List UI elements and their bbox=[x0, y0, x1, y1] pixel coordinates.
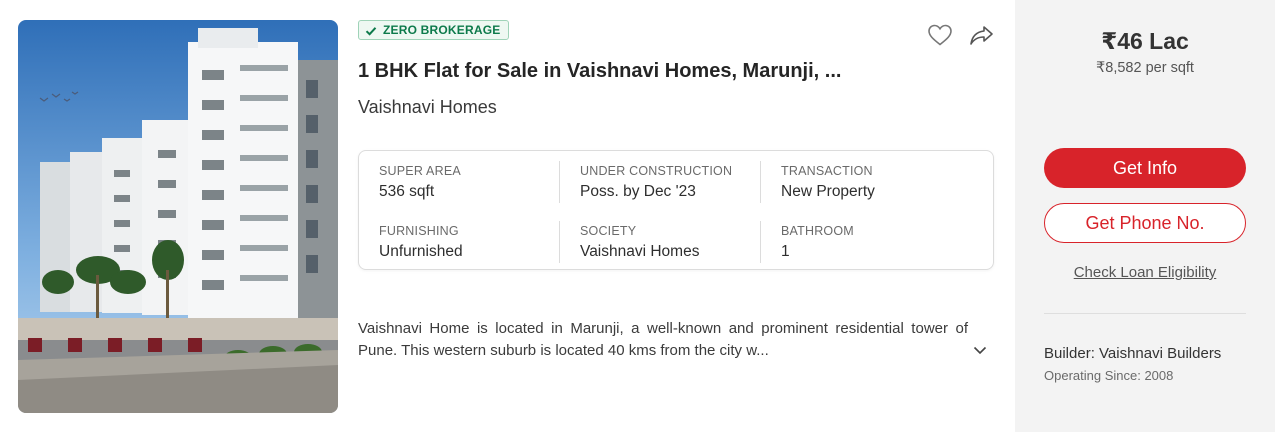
check-icon bbox=[365, 24, 377, 36]
summary-bathroom: BATHROOM 1 bbox=[781, 224, 961, 261]
summary-furnishing: FURNISHING Unfurnished bbox=[379, 224, 559, 261]
summary-value: New Property bbox=[781, 183, 875, 200]
price-per-sqft: ₹8,582 per sqft bbox=[1096, 60, 1194, 76]
summary-label: TRANSACTION bbox=[781, 164, 873, 178]
summary-super-area: SUPER AREA 536 sqft bbox=[379, 164, 559, 201]
summary-label: UNDER CONSTRUCTION bbox=[580, 164, 733, 178]
summary-divider bbox=[760, 221, 761, 263]
summary-divider bbox=[559, 221, 560, 263]
summary-value: Poss. by Dec '23 bbox=[580, 183, 696, 200]
listing-description: Vaishnavi Home is located in Marunji, a … bbox=[358, 320, 968, 359]
get-info-button[interactable]: Get Info bbox=[1044, 148, 1246, 188]
summary-label: SUPER AREA bbox=[379, 164, 461, 178]
society-name[interactable]: Vaishnavi Homes bbox=[358, 97, 497, 118]
property-listing-card: ZERO BROKERAGE 1 BHK Flat for Sale in Va… bbox=[0, 0, 1275, 432]
summary-transaction: TRANSACTION New Property bbox=[781, 164, 961, 201]
listing-actions bbox=[926, 22, 996, 48]
check-loan-eligibility-link[interactable]: Check Loan Eligibility bbox=[1015, 264, 1275, 281]
property-photo[interactable] bbox=[18, 20, 338, 413]
builder-name[interactable]: Builder: Vaishnavi Builders bbox=[1044, 345, 1221, 362]
pricing-panel: ₹46 Lac ₹8,582 per sqft Get Info Get Pho… bbox=[1015, 0, 1275, 432]
summary-label: SOCIETY bbox=[580, 224, 637, 238]
operating-since: Operating Since: 2008 bbox=[1044, 368, 1174, 383]
share-icon[interactable] bbox=[968, 22, 996, 48]
heart-icon[interactable] bbox=[926, 22, 954, 48]
summary-society: SOCIETY Vaishnavi Homes bbox=[580, 224, 760, 261]
price: ₹46 Lac bbox=[1101, 28, 1189, 54]
summary-divider bbox=[760, 161, 761, 203]
building-illustration bbox=[18, 20, 338, 413]
summary-label: BATHROOM bbox=[781, 224, 854, 238]
summary-status: UNDER CONSTRUCTION Poss. by Dec '23 bbox=[580, 164, 760, 201]
summary-value[interactable]: Vaishnavi Homes bbox=[580, 243, 760, 261]
zero-brokerage-badge: ZERO BROKERAGE bbox=[358, 20, 510, 40]
get-phone-button[interactable]: Get Phone No. bbox=[1044, 203, 1246, 243]
summary-value: Unfurnished bbox=[379, 243, 463, 260]
summary-value: 536 sqft bbox=[379, 183, 435, 200]
listing-title[interactable]: 1 BHK Flat for Sale in Vaishnavi Homes, … bbox=[358, 60, 918, 83]
summary-divider bbox=[559, 161, 560, 203]
panel-divider bbox=[1044, 313, 1246, 314]
badge-label: ZERO BROKERAGE bbox=[383, 23, 501, 37]
summary-value: 1 bbox=[781, 243, 790, 260]
property-summary: SUPER AREA 536 sqft UNDER CONSTRUCTION P… bbox=[358, 150, 994, 270]
summary-label: FURNISHING bbox=[379, 224, 459, 238]
chevron-down-icon[interactable] bbox=[970, 340, 990, 360]
